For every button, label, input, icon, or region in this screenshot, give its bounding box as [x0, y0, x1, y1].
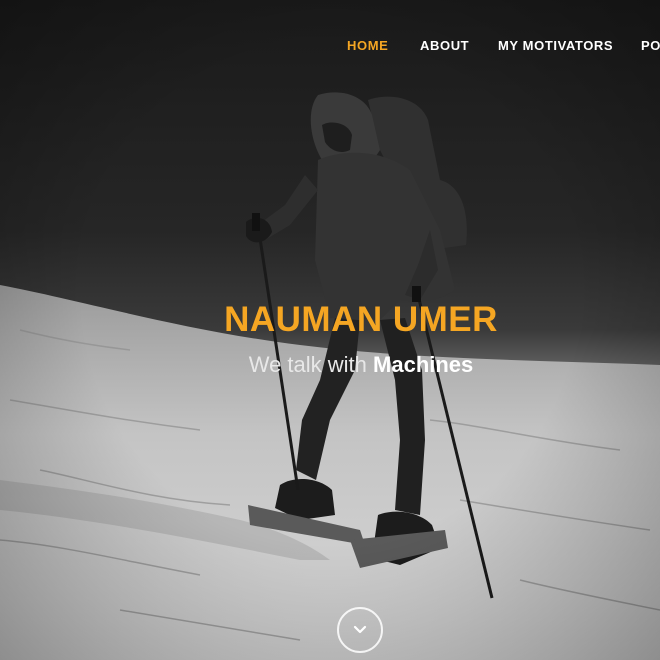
- tagline-emphasis: Machines: [373, 352, 474, 377]
- nav-item-home[interactable]: HOME: [347, 38, 388, 53]
- nav-item-about[interactable]: ABOUT: [420, 38, 469, 53]
- hero-section: HOME ABOUT MY MOTIVATORS PO NAUMAN UMER …: [0, 0, 660, 660]
- top-navigation: HOME ABOUT MY MOTIVATORS PO: [0, 38, 660, 54]
- chevron-down-icon: [353, 625, 367, 634]
- nav-item-my-motivators[interactable]: MY MOTIVATORS: [498, 38, 613, 53]
- nav-item-po[interactable]: PO: [641, 38, 660, 53]
- scroll-down-button[interactable]: [337, 607, 383, 653]
- hero-title: NAUMAN UMER: [224, 300, 498, 339]
- hero-tagline: We talk with Machines: [0, 352, 660, 378]
- tagline-prefix: We talk with: [248, 352, 367, 377]
